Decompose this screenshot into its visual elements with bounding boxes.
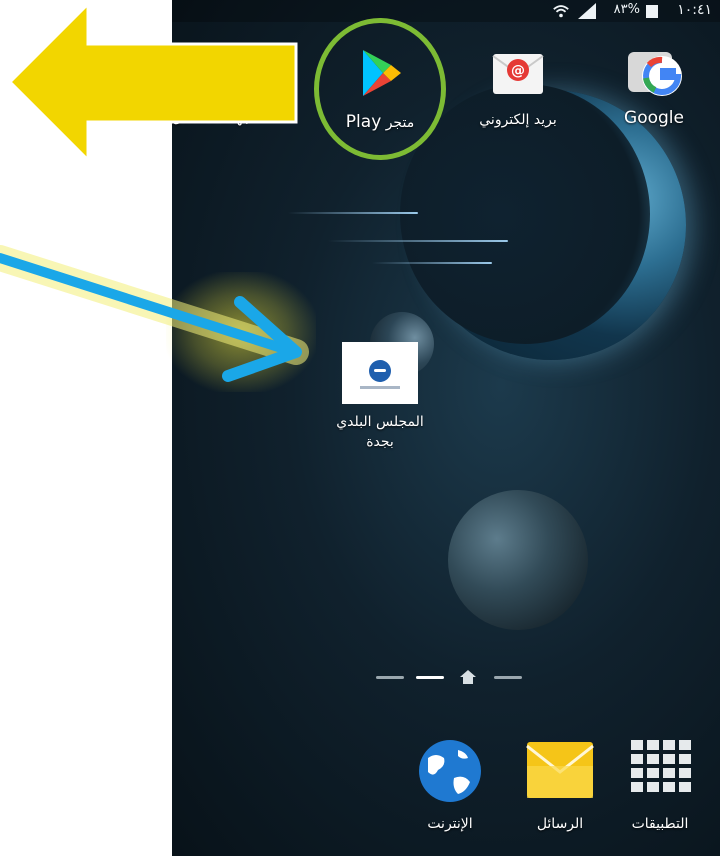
dock-apps-label: التطبيقات bbox=[631, 816, 689, 832]
municipal-council-icon bbox=[342, 342, 418, 404]
dock-internet[interactable]: الإنترنت bbox=[390, 738, 510, 834]
wifi-icon bbox=[553, 5, 569, 18]
apps-grid-icon bbox=[631, 740, 691, 792]
battery-icon bbox=[646, 5, 658, 18]
app-email[interactable]: @ بريد إلكتروني bbox=[458, 46, 578, 130]
clock: ١٠:٤١ bbox=[677, 2, 712, 18]
google-icon bbox=[628, 52, 682, 96]
wallpaper-planet-medium bbox=[448, 490, 588, 630]
emblem-caption bbox=[360, 386, 400, 389]
home-screen: ٨٣% ١٠:٤١ bbox=[172, 0, 720, 856]
app-google-label: Google bbox=[624, 108, 684, 128]
status-bar: ٨٣% ١٠:٤١ bbox=[172, 0, 720, 22]
app-contacts-label[interactable]: جهات الاتصال bbox=[172, 110, 251, 126]
dock-internet-label: الإنترنت bbox=[427, 816, 473, 832]
page-indicator[interactable] bbox=[376, 668, 526, 688]
shortcut-label-line2: بجدة bbox=[366, 434, 394, 450]
page-dot[interactable] bbox=[494, 676, 522, 679]
page-dot[interactable] bbox=[376, 676, 404, 679]
wallpaper-streak bbox=[288, 212, 418, 214]
wallpaper-streak bbox=[328, 240, 508, 242]
signal-icon bbox=[578, 3, 596, 19]
wallpaper-streak bbox=[372, 262, 492, 264]
app-email-label: بريد إلكتروني bbox=[479, 112, 557, 128]
shortcut-label-line1: المجلس البلدي bbox=[336, 414, 424, 430]
app-municipal-council[interactable]: المجلس البلدي بجدة bbox=[320, 342, 440, 452]
home-icon[interactable] bbox=[460, 670, 476, 684]
dock-apps[interactable]: التطبيقات bbox=[600, 738, 720, 834]
globe-icon bbox=[419, 740, 481, 802]
page-dot-active[interactable] bbox=[416, 676, 444, 679]
battery-percent: ٨٣% bbox=[613, 2, 640, 17]
svg-text:@: @ bbox=[511, 63, 525, 79]
white-left-panel bbox=[0, 0, 172, 856]
email-icon: @ bbox=[492, 54, 544, 94]
app-google[interactable]: Google bbox=[594, 46, 714, 128]
highlight-ring bbox=[314, 18, 446, 160]
envelope-icon bbox=[526, 742, 594, 798]
shortcut-highlight-glow bbox=[166, 272, 316, 392]
emblem-icon bbox=[369, 360, 391, 382]
